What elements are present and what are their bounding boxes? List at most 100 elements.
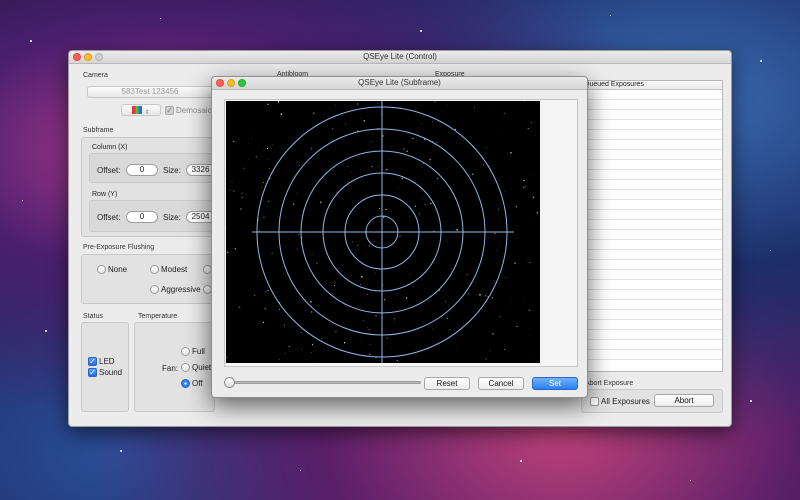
- cancel-button[interactable]: Cancel: [478, 377, 524, 390]
- star-dot: [301, 349, 302, 350]
- fan-full-radio[interactable]: [181, 347, 190, 356]
- star: [750, 400, 752, 402]
- queued-exposure-row[interactable]: [582, 130, 722, 140]
- star-dot: [399, 106, 401, 108]
- queued-exposure-row[interactable]: [582, 340, 722, 350]
- star-dot: [421, 123, 423, 125]
- queued-exposure-row[interactable]: [582, 250, 722, 260]
- queued-exposure-row[interactable]: [582, 270, 722, 280]
- star-dot: [263, 181, 265, 183]
- star-dot: [506, 249, 508, 251]
- queued-exposure-row[interactable]: [582, 120, 722, 130]
- queued-exposure-row[interactable]: [582, 350, 722, 360]
- queued-exposure-row[interactable]: [582, 200, 722, 210]
- queued-exposure-row[interactable]: [582, 320, 722, 330]
- star-dot: [536, 212, 539, 214]
- star-dot: [523, 186, 525, 188]
- queued-exposure-row[interactable]: [582, 230, 722, 240]
- star-dot: [233, 190, 235, 192]
- star-dot: [333, 284, 335, 286]
- queued-exposure-row[interactable]: [582, 100, 722, 110]
- subframe-titlebar[interactable]: QSEye Lite (Subframe): [212, 77, 587, 90]
- star-dot: [403, 148, 405, 150]
- demosaic-label: Demosaic: [176, 106, 212, 115]
- star-dot: [305, 224, 306, 226]
- queued-exposure-row[interactable]: [582, 140, 722, 150]
- updown-arrows-icon: ⇕: [144, 110, 150, 116]
- demosaic-checkbox[interactable]: ✓: [165, 106, 174, 115]
- star-dot: [278, 308, 280, 311]
- queued-exposures-table[interactable]: Queued Exposures: [581, 80, 723, 372]
- queued-exposure-row[interactable]: [582, 260, 722, 270]
- queued-exposure-row[interactable]: [582, 330, 722, 340]
- queued-exposure-row[interactable]: [582, 310, 722, 320]
- queued-exposure-row[interactable]: [582, 280, 722, 290]
- queued-exposure-row[interactable]: [582, 170, 722, 180]
- queued-exposure-row[interactable]: [582, 190, 722, 200]
- star-dot: [360, 283, 362, 286]
- star: [610, 15, 611, 16]
- star-dot: [489, 350, 491, 352]
- queued-exposure-row[interactable]: [582, 300, 722, 310]
- star-dot: [504, 222, 506, 224]
- star-dot: [499, 316, 501, 318]
- flush-none-radio[interactable]: [97, 265, 106, 274]
- star-dot: [414, 205, 416, 207]
- star-dot: [456, 229, 458, 231]
- fan-off-radio[interactable]: [181, 379, 190, 388]
- star-dot: [384, 299, 386, 301]
- camera-select[interactable]: 583Test 123456: [87, 86, 213, 98]
- star-dot: [375, 315, 377, 317]
- star-field-preview[interactable]: [225, 101, 540, 363]
- flush-modest-radio[interactable]: [150, 265, 159, 274]
- star-dot: [280, 113, 283, 115]
- star-dot: [527, 128, 529, 129]
- queued-exposure-row[interactable]: [582, 160, 722, 170]
- fan-quiet-radio[interactable]: [181, 363, 190, 372]
- queued-exposure-row[interactable]: [582, 220, 722, 230]
- row-size-input[interactable]: 2504: [186, 211, 214, 223]
- column-offset-input[interactable]: 0: [126, 164, 158, 176]
- star-dot: [524, 298, 525, 300]
- reset-button[interactable]: Reset: [424, 377, 470, 390]
- queued-exposure-row[interactable]: [582, 90, 722, 100]
- column-size-input[interactable]: 3326: [186, 164, 214, 176]
- zoom-slider-knob[interactable]: [224, 377, 235, 388]
- control-titlebar[interactable]: QSEye Lite (Control): [69, 51, 731, 64]
- queued-exposures-header[interactable]: Queued Exposures: [582, 81, 722, 90]
- queued-exposure-row[interactable]: [582, 210, 722, 220]
- star-dot: [284, 353, 286, 354]
- all-exposures-checkbox[interactable]: [590, 397, 599, 406]
- star-dot: [313, 112, 315, 114]
- fan-full-label: Full: [192, 347, 205, 356]
- queued-exposure-row[interactable]: [582, 290, 722, 300]
- star-dot: [312, 193, 314, 194]
- set-button[interactable]: Set: [532, 377, 578, 390]
- color-mode-select[interactable]: ⇕: [121, 104, 161, 116]
- star-dot: [297, 233, 300, 236]
- star-dot: [425, 272, 427, 273]
- star-dot: [515, 206, 518, 208]
- star-dot: [401, 177, 403, 180]
- star-dot: [455, 142, 457, 144]
- star-dot: [396, 359, 398, 361]
- row-offset-input[interactable]: 0: [126, 211, 158, 223]
- star-dot: [494, 232, 496, 234]
- star-dot: [420, 167, 422, 169]
- star-dot: [511, 298, 512, 299]
- star-dot: [438, 344, 439, 345]
- led-checkbox[interactable]: ✓: [88, 357, 97, 366]
- queued-exposure-row[interactable]: [582, 240, 722, 250]
- star-dot: [233, 140, 235, 143]
- zoom-slider-track[interactable]: [228, 381, 421, 384]
- flush-aggressive-radio[interactable]: [150, 285, 159, 294]
- star-dot: [226, 251, 229, 253]
- queued-exposure-row[interactable]: [582, 180, 722, 190]
- star-dot: [255, 155, 258, 158]
- queued-exposure-row[interactable]: [582, 150, 722, 160]
- abort-button[interactable]: Abort: [654, 394, 714, 407]
- queued-exposure-row[interactable]: [582, 110, 722, 120]
- star-dot: [241, 197, 243, 199]
- sound-checkbox[interactable]: ✓: [88, 368, 97, 377]
- star-dot: [510, 151, 512, 154]
